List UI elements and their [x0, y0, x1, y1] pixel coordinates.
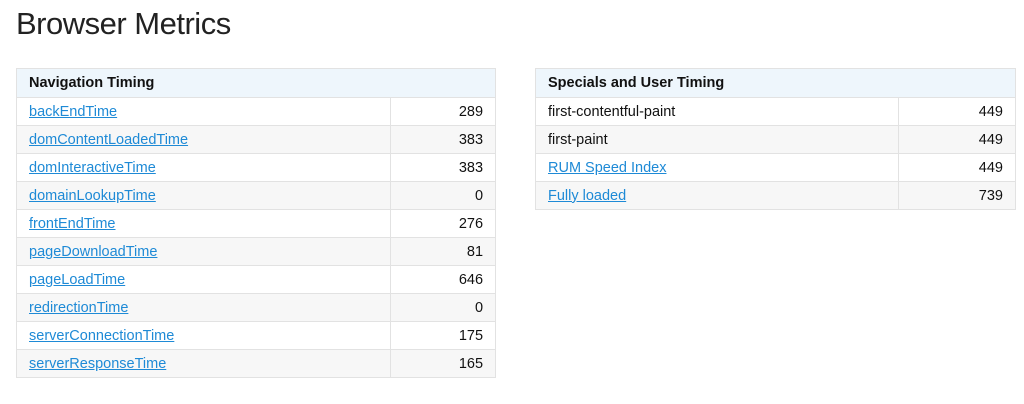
- specials-user-timing-header: Specials and User Timing: [535, 68, 1016, 98]
- metric-name-cell: domInteractiveTime: [16, 153, 391, 182]
- table-row: redirectionTime 0: [16, 293, 497, 322]
- table-row: Fully loaded 739: [535, 181, 1016, 210]
- metric-value: 175: [389, 321, 497, 350]
- table-row: pageDownloadTime 81: [16, 237, 497, 266]
- metric-value: 383: [389, 153, 497, 182]
- metric-link-fully-loaded[interactable]: Fully loaded: [548, 188, 626, 204]
- table-row: backEndTime 289: [16, 97, 497, 126]
- metric-link-pagedownloadtime[interactable]: pageDownloadTime: [29, 244, 157, 260]
- metric-value: 0: [389, 293, 497, 322]
- metric-link-frontendtime[interactable]: frontEndTime: [29, 216, 116, 232]
- metric-name-cell: serverResponseTime: [16, 349, 391, 378]
- table-row: first-contentful-paint 449: [535, 97, 1016, 126]
- metric-value: 449: [898, 97, 1016, 126]
- metric-name: first-paint: [535, 125, 899, 154]
- metric-link-dominteractivetime[interactable]: domInteractiveTime: [29, 160, 156, 176]
- metric-link-serverconnectiontime[interactable]: serverConnectionTime: [29, 328, 174, 344]
- metric-name-cell: frontEndTime: [16, 209, 391, 238]
- metric-name-cell: pageDownloadTime: [16, 237, 391, 266]
- table-row: domContentLoadedTime 383: [16, 125, 497, 154]
- metric-value: 646: [389, 265, 497, 294]
- metric-name-cell: domContentLoadedTime: [16, 125, 391, 154]
- table-row: first-paint 449: [535, 125, 1016, 154]
- metric-name-cell: RUM Speed Index: [535, 153, 899, 182]
- metric-link-domainlookuptime[interactable]: domainLookupTime: [29, 188, 156, 204]
- metric-value: 739: [898, 181, 1016, 210]
- metric-name-cell: pageLoadTime: [16, 265, 391, 294]
- metric-link-backendtime[interactable]: backEndTime: [29, 104, 117, 120]
- metric-value: 449: [898, 125, 1016, 154]
- table-row: domainLookupTime 0: [16, 181, 497, 210]
- metric-value: 383: [389, 125, 497, 154]
- metric-value: 289: [389, 97, 497, 126]
- metric-link-domcontentloadedtime[interactable]: domContentLoadedTime: [29, 132, 188, 148]
- table-row: serverConnectionTime 175: [16, 321, 497, 350]
- navigation-timing-header: Navigation Timing: [15, 68, 497, 98]
- metric-name-cell: domainLookupTime: [16, 181, 391, 210]
- browser-metrics-page: Browser Metrics Navigation Timing backEn…: [0, 0, 1024, 404]
- table-header-row: Navigation Timing: [15, 68, 497, 98]
- metric-value: 276: [389, 209, 497, 238]
- metric-name-cell: redirectionTime: [16, 293, 391, 322]
- metric-value: 81: [389, 237, 497, 266]
- table-row: domInteractiveTime 383: [16, 153, 497, 182]
- metric-link-serverresponsetime[interactable]: serverResponseTime: [29, 356, 166, 372]
- metric-name-cell: serverConnectionTime: [16, 321, 391, 350]
- metric-name-cell: Fully loaded: [535, 181, 899, 210]
- metric-link-pageloadtime[interactable]: pageLoadTime: [29, 272, 125, 288]
- table-row: RUM Speed Index 449: [535, 153, 1016, 182]
- metric-value: 0: [389, 181, 497, 210]
- table-row: pageLoadTime 646: [16, 265, 497, 294]
- metric-name-cell: backEndTime: [16, 97, 391, 126]
- specials-user-timing-table: Specials and User Timing first-contentfu…: [535, 68, 1016, 210]
- metric-link-rum-speed-index[interactable]: RUM Speed Index: [548, 160, 666, 176]
- page-title: Browser Metrics: [16, 6, 231, 41]
- table-row: serverResponseTime 165: [16, 349, 497, 378]
- metric-name: first-contentful-paint: [535, 97, 899, 126]
- table-row: frontEndTime 276: [16, 209, 497, 238]
- metric-link-redirectiontime[interactable]: redirectionTime: [29, 300, 128, 316]
- metric-value: 449: [898, 153, 1016, 182]
- navigation-timing-table: Navigation Timing backEndTime 289 domCon…: [15, 68, 497, 378]
- table-header-row: Specials and User Timing: [535, 68, 1016, 98]
- metric-value: 165: [389, 349, 497, 378]
